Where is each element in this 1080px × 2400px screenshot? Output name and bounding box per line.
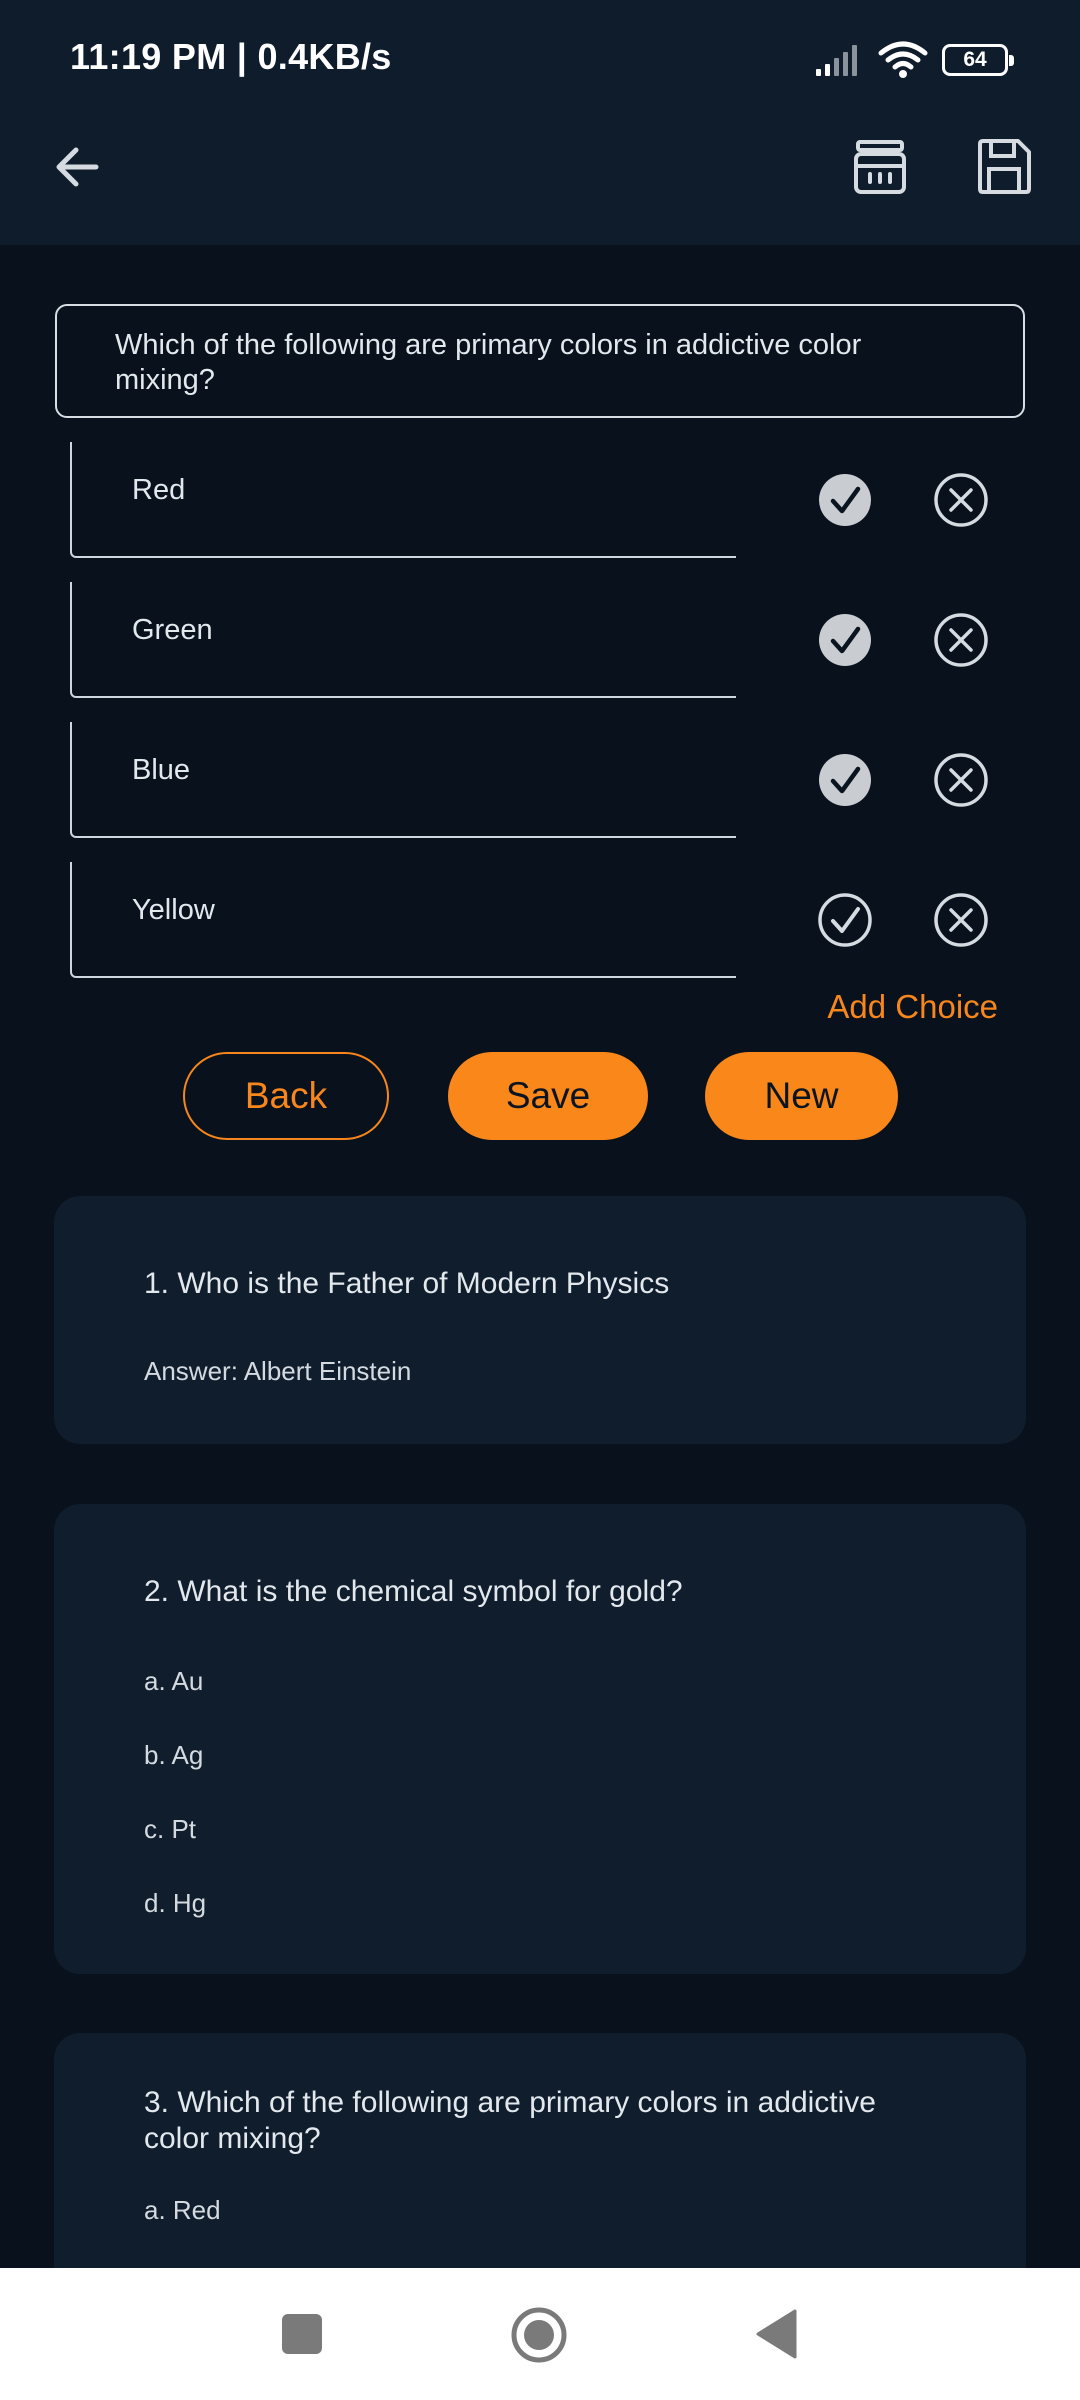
archive-button[interactable] (853, 138, 907, 201)
mark-correct-button-2[interactable] (816, 611, 874, 669)
save-button[interactable]: Save (448, 1052, 648, 1140)
question-title: 3. Which of the following are primary co… (144, 2086, 876, 2155)
archive-box-icon (854, 140, 906, 194)
check-circle-filled-icon (819, 754, 871, 806)
status-time: 11:19 PM | 0.4KB/s (70, 36, 392, 77)
mark-correct-button-4[interactable] (816, 891, 874, 949)
circle-home-icon (511, 2307, 567, 2363)
question-input[interactable]: Which of the following are primary color… (55, 304, 1025, 418)
question-card-1[interactable]: 1. Who is the Father of Modern Physics A… (54, 1196, 1026, 1444)
home-button[interactable] (510, 2306, 568, 2369)
new-button[interactable]: New (705, 1052, 898, 1140)
remove-choice-button-1[interactable] (932, 471, 990, 529)
choice-text: Red (132, 474, 186, 506)
top-app-bar: 11:19 PM | 0.4KB/s 64 (0, 0, 1080, 245)
close-circle-icon (934, 473, 988, 527)
choice-input-2[interactable]: Green (70, 582, 736, 698)
mark-correct-button-3[interactable] (816, 751, 874, 809)
choice-text: Yellow (132, 894, 215, 926)
nav-back-button[interactable] (755, 2308, 797, 2365)
mark-correct-button-1[interactable] (816, 471, 874, 529)
remove-choice-button-2[interactable] (932, 611, 990, 669)
option-item: a. Au (144, 1666, 204, 1696)
save-icon-button[interactable] (976, 138, 1032, 201)
choice-input-3[interactable]: Blue (70, 722, 736, 838)
check-circle-filled-icon (819, 474, 871, 526)
question-title: 2. What is the chemical symbol for gold? (144, 1575, 683, 1608)
wifi-icon (878, 41, 928, 78)
option-item: d. Hg (144, 1888, 207, 1918)
square-recents-icon (282, 2314, 322, 2354)
battery-level: 64 (963, 48, 987, 71)
option-item: c. Pt (144, 1814, 197, 1844)
question-title: 1. Who is the Father of Modern Physics (144, 1267, 670, 1300)
remove-choice-button-3[interactable] (932, 751, 990, 809)
choice-input-1[interactable]: Red (70, 442, 736, 558)
check-circle-filled-icon (819, 614, 871, 666)
back-button[interactable]: Back (183, 1052, 389, 1140)
cellular-signal-icon (816, 45, 857, 76)
close-circle-icon (934, 893, 988, 947)
close-circle-icon (934, 753, 988, 807)
battery-indicator: 64 (942, 44, 1014, 76)
back-arrow-button[interactable] (52, 142, 102, 197)
choice-input-4[interactable]: Yellow (70, 862, 736, 978)
check-circle-outline-icon (818, 893, 872, 947)
option-item: a. Red (144, 2195, 221, 2225)
system-nav-bar (0, 2268, 1080, 2400)
option-item: b. Ag (144, 1740, 204, 1770)
answer-text: Answer: Albert Einstein (144, 1356, 412, 1386)
recents-button[interactable] (281, 2313, 323, 2360)
close-circle-icon (934, 613, 988, 667)
triangle-back-icon (756, 2309, 797, 2359)
choice-text: Blue (132, 754, 191, 786)
status-icons: 64 (814, 38, 1014, 82)
floppy-disk-icon (978, 139, 1031, 194)
question-card-2[interactable]: 2. What is the chemical symbol for gold?… (54, 1504, 1026, 1974)
remove-choice-button-4[interactable] (932, 891, 990, 949)
arrow-left-icon (56, 147, 99, 187)
choice-text: Green (132, 614, 213, 646)
add-choice-link[interactable]: Add Choice (827, 988, 998, 1026)
